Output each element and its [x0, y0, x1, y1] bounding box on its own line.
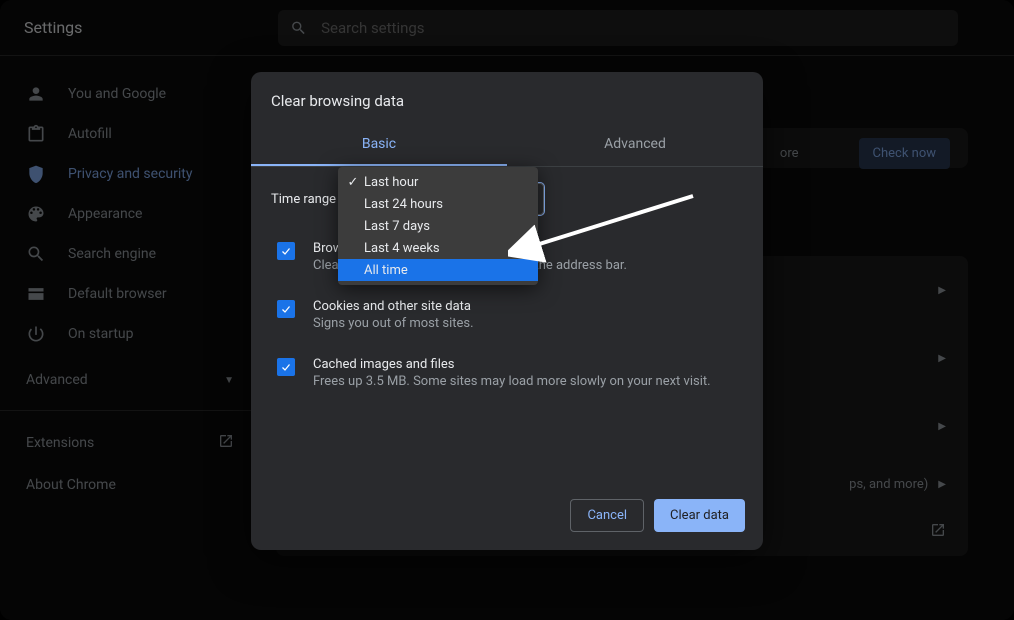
power-icon: [26, 324, 46, 344]
time-range-label: Time range: [271, 192, 336, 207]
check-title: Cached images and files: [313, 357, 711, 372]
dropdown-item-label: Last hour: [364, 175, 418, 190]
check-cookies[interactable]: Cookies and other site data Signs you ou…: [271, 289, 743, 347]
sidebar-about-link[interactable]: About Chrome: [0, 465, 256, 505]
check-title: Cookies and other site data: [313, 299, 474, 314]
sidebar-advanced-toggle[interactable]: Advanced ▼: [0, 360, 256, 400]
dropdown-item-last-hour[interactable]: ✓ Last hour: [338, 171, 538, 193]
external-link-icon: [930, 522, 946, 542]
sidebar-item-autofill[interactable]: Autofill: [0, 114, 256, 154]
sidebar-item-privacy[interactable]: Privacy and security: [0, 154, 256, 194]
sidebar: You and Google Autofill Privacy and secu…: [0, 56, 256, 620]
sidebar-item-appearance[interactable]: Appearance: [0, 194, 256, 234]
sidebar-item-on-startup[interactable]: On startup: [0, 314, 256, 354]
chevron-down-icon: ▼: [224, 375, 234, 386]
time-range-dropdown: ✓ Last hour Last 24 hours Last 7 days Las…: [338, 167, 538, 285]
palette-icon: [26, 204, 46, 224]
tab-advanced[interactable]: Advanced: [507, 124, 763, 166]
about-label: About Chrome: [26, 477, 116, 493]
clear-data-button[interactable]: Clear data: [654, 499, 745, 532]
dropdown-item-label: Last 24 hours: [364, 197, 443, 212]
bg-text-apps: ps, and more): [849, 477, 928, 492]
person-icon: [26, 84, 46, 104]
chevron-right-icon: ▶: [938, 285, 946, 296]
browser-icon: [26, 284, 46, 304]
chevron-right-icon: ▶: [938, 353, 946, 364]
sidebar-item-label: Autofill: [68, 126, 112, 142]
dropdown-item-last-24-hours[interactable]: Last 24 hours: [338, 193, 538, 215]
external-link-icon: [218, 433, 234, 453]
sidebar-extensions-link[interactable]: Extensions: [0, 421, 256, 465]
search-input[interactable]: [321, 19, 946, 37]
search-icon: [290, 19, 307, 37]
checkbox-checked-icon: [277, 300, 295, 318]
dropdown-item-label: All time: [364, 263, 408, 278]
checkbox-checked-icon: [277, 242, 295, 260]
page-title: Settings: [24, 18, 82, 37]
sidebar-item-label: Appearance: [68, 206, 142, 222]
check-desc: Frees up 3.5 MB. Some sites may load mor…: [313, 374, 711, 389]
sidebar-item-label: Privacy and security: [68, 166, 192, 182]
chevron-right-icon: ▶: [938, 421, 946, 432]
check-icon: ✓: [346, 175, 360, 190]
dropdown-item-all-time[interactable]: All time: [338, 259, 538, 281]
checkbox-checked-icon: [277, 358, 295, 376]
search-icon: [26, 244, 46, 264]
search-settings-field[interactable]: [278, 10, 958, 46]
sidebar-item-label: On startup: [68, 326, 134, 342]
sidebar-item-label: Default browser: [68, 286, 167, 302]
clipboard-icon: [26, 124, 46, 144]
dropdown-item-label: Last 4 weeks: [364, 241, 440, 256]
extensions-label: Extensions: [26, 435, 94, 451]
chevron-right-icon: ▶: [938, 479, 946, 490]
sidebar-item-label: You and Google: [68, 86, 166, 102]
dropdown-item-last-7-days[interactable]: Last 7 days: [338, 215, 538, 237]
cancel-button[interactable]: Cancel: [570, 499, 644, 532]
advanced-label: Advanced: [26, 372, 88, 388]
sidebar-item-label: Search engine: [68, 246, 156, 262]
dropdown-item-label: Last 7 days: [364, 219, 430, 234]
sidebar-item-default-browser[interactable]: Default browser: [0, 274, 256, 314]
sidebar-item-search-engine[interactable]: Search engine: [0, 234, 256, 274]
dialog-title: Clear browsing data: [251, 72, 763, 124]
shield-icon: [26, 164, 46, 184]
dropdown-item-last-4-weeks[interactable]: Last 4 weeks: [338, 237, 538, 259]
check-cached-images[interactable]: Cached images and files Frees up 3.5 MB.…: [271, 347, 743, 405]
bg-text-more: ore: [780, 146, 799, 161]
tab-basic[interactable]: Basic: [251, 124, 507, 166]
sidebar-item-you-and-google[interactable]: You and Google: [0, 74, 256, 114]
clear-browsing-data-dialog: Clear browsing data Basic Advanced Time …: [251, 72, 763, 550]
check-desc: Signs you out of most sites.: [313, 316, 474, 331]
divider: [0, 410, 256, 411]
check-now-button[interactable]: Check now: [859, 138, 951, 169]
dialog-tabs: Basic Advanced: [251, 124, 763, 167]
